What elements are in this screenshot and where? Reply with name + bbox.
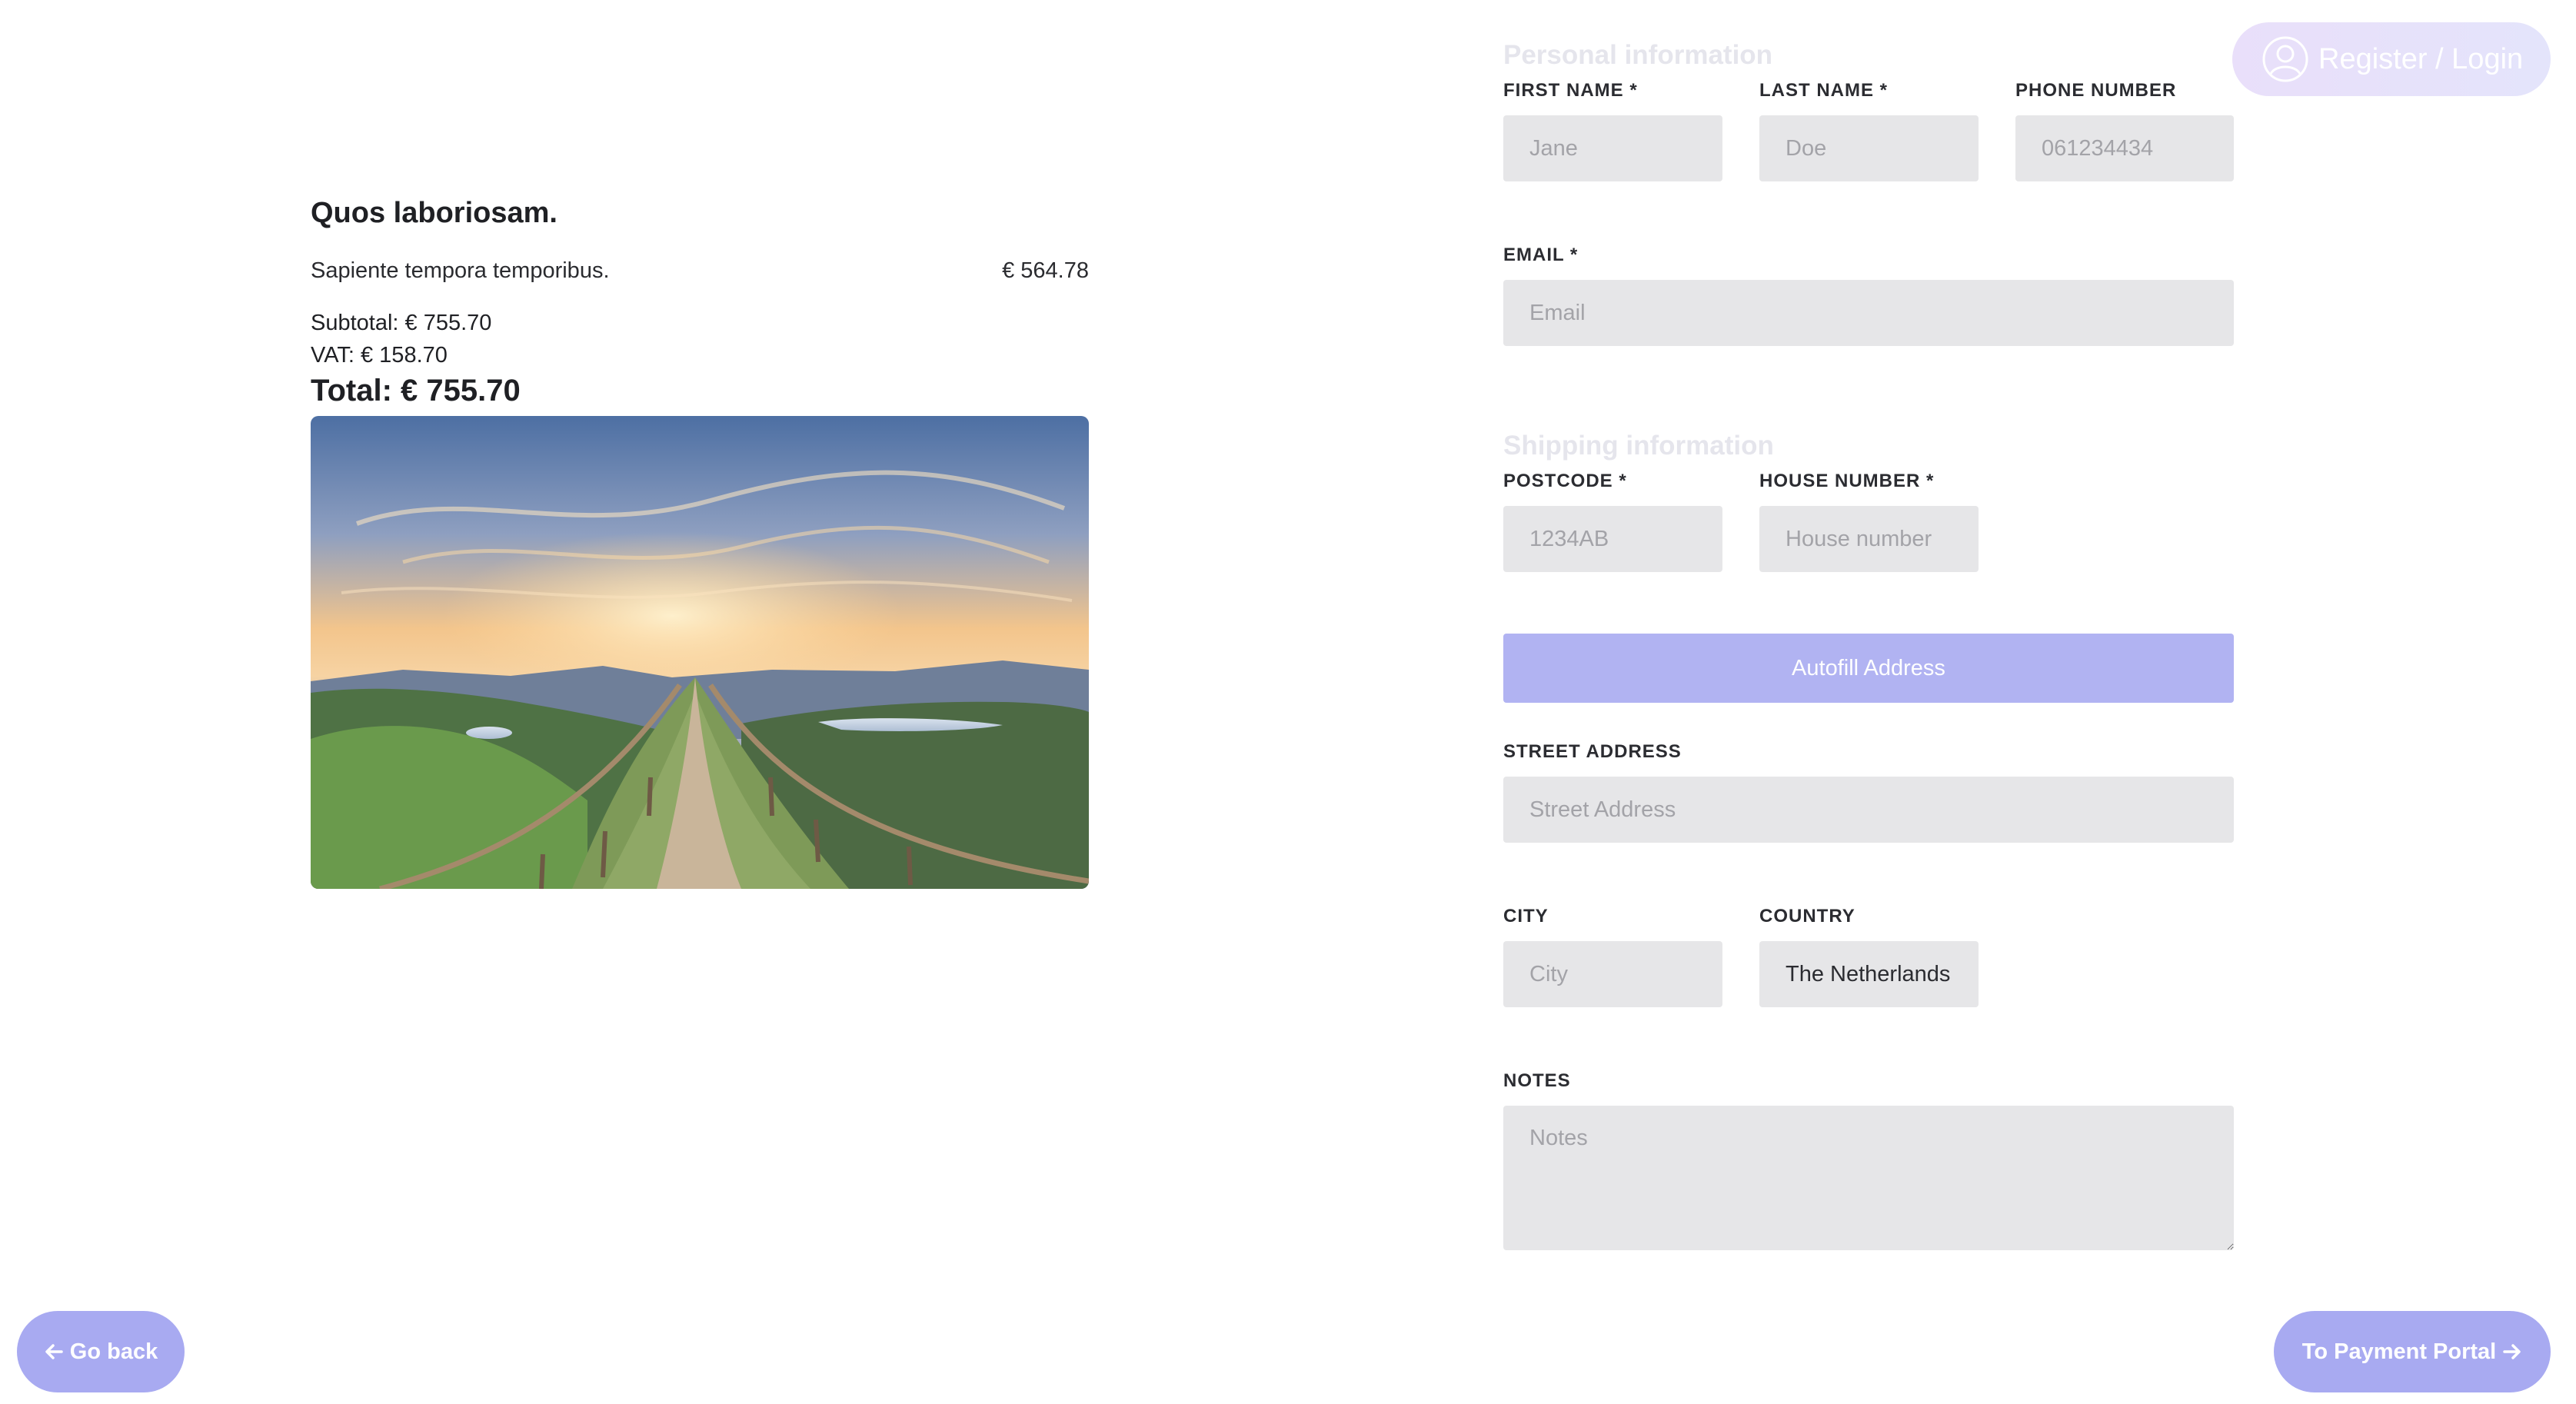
product-title: Quos laboriosam. xyxy=(311,197,557,229)
go-back-button[interactable]: Go back xyxy=(17,1311,185,1392)
arrow-left-icon xyxy=(45,1344,63,1359)
product-image xyxy=(311,416,1089,889)
user-circle-icon xyxy=(2262,36,2308,82)
mountain-path-sunrise-photo xyxy=(311,416,1089,889)
total: Total: € 755.70 xyxy=(311,374,521,408)
line-item-name: Sapiente tempora temporibus. xyxy=(311,258,610,283)
phone-number-input[interactable] xyxy=(2015,115,2234,181)
first-name-label: FIRST NAME * xyxy=(1503,80,1638,101)
personal-info-heading: Personal information xyxy=(1503,40,1773,70)
vat: VAT: € 158.70 xyxy=(311,343,448,368)
autofill-address-button[interactable]: Autofill Address xyxy=(1503,634,2234,703)
last-name-input[interactable] xyxy=(1759,115,1979,181)
to-payment-portal-label: To Payment Portal xyxy=(2301,1339,2497,1364)
city-label: CITY xyxy=(1503,906,1549,927)
register-login-label: Register / Login xyxy=(2318,42,2524,75)
email-input[interactable] xyxy=(1503,280,2234,346)
city-input[interactable] xyxy=(1503,941,1722,1007)
register-login-button[interactable]: Register / Login xyxy=(2232,22,2551,96)
line-item-price: € 564.78 xyxy=(1002,258,1089,283)
arrow-right-icon xyxy=(2503,1344,2521,1359)
checkout-form: Personal information FIRST NAME * LAST N… xyxy=(1503,0,2234,1307)
house-number-label: HOUSE NUMBER * xyxy=(1759,471,1935,491)
country-input[interactable] xyxy=(1759,941,1979,1007)
notes-label: NOTES xyxy=(1503,1070,1571,1091)
street-address-label: STREET ADDRESS xyxy=(1503,741,1682,762)
street-address-input[interactable] xyxy=(1503,777,2234,843)
house-number-input[interactable] xyxy=(1759,506,1979,572)
email-label: EMAIL * xyxy=(1503,245,1579,265)
line-item: Sapiente tempora temporibus. € 564.78 xyxy=(311,258,1089,284)
postcode-label: POSTCODE * xyxy=(1503,471,1627,491)
go-back-label: Go back xyxy=(69,1339,158,1364)
to-payment-portal-button[interactable]: To Payment Portal xyxy=(2274,1311,2551,1392)
subtotal: Subtotal: € 755.70 xyxy=(311,311,492,335)
first-name-input[interactable] xyxy=(1503,115,1722,181)
shipping-info-heading: Shipping information xyxy=(1503,431,1774,461)
country-label: COUNTRY xyxy=(1759,906,1855,927)
phone-number-label: PHONE NUMBER xyxy=(2015,80,2177,101)
last-name-label: LAST NAME * xyxy=(1759,80,1888,101)
postcode-input[interactable] xyxy=(1503,506,1722,572)
notes-textarea[interactable] xyxy=(1503,1106,2234,1250)
